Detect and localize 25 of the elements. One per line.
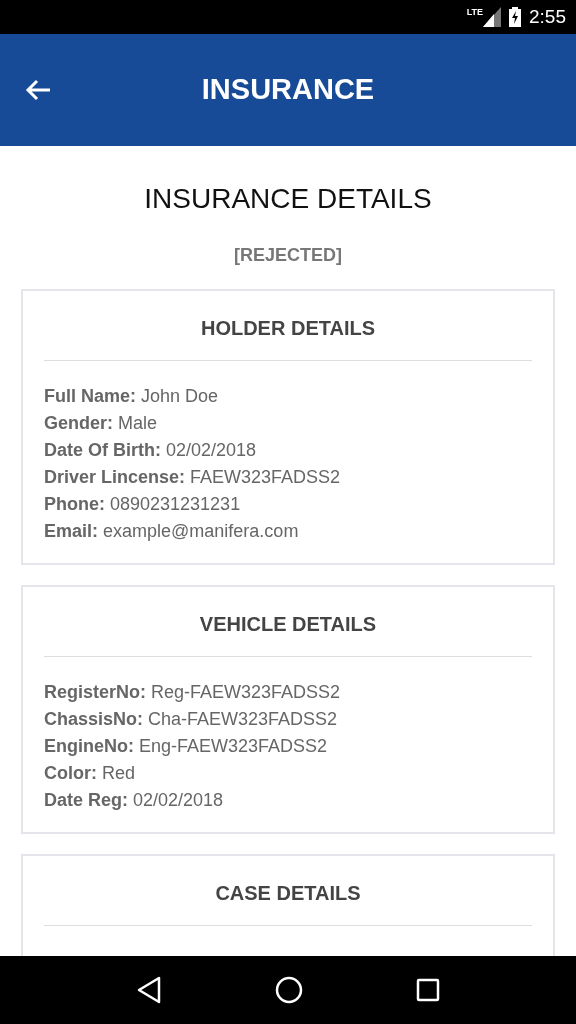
detail-line: Phone: 0890231231231: [44, 492, 242, 516]
network-type: LTE: [466, 6, 483, 19]
page-title: INSURANCE DETAILS: [143, 182, 433, 216]
detail-line: Full Name: John Doe: [44, 384, 220, 408]
back-nav-icon[interactable]: [136, 976, 163, 1004]
detail-line: EngineNo: Eng-FAEW323FADSS2: [44, 734, 329, 758]
battery-charging-icon: [509, 7, 521, 27]
status-label: [REJECTED]: [233, 243, 343, 267]
detail-line: Date Reg: 02/02/2018: [44, 788, 225, 812]
detail-line: Gender: Male: [44, 411, 159, 435]
detail-line: RegisterNo: Reg-FAEW323FADSS2: [44, 680, 342, 704]
card-title: CASE DETAILS: [44, 855, 532, 926]
detail-line: ChassisNo: Cha-FAEW323FADSS2: [44, 707, 339, 731]
app-bar-title: INSURANCE: [200, 72, 376, 108]
card-title: VEHICLE DETAILS: [44, 586, 532, 657]
recents-nav-icon[interactable]: [415, 978, 440, 1002]
detail-line: Driver Lincense: FAEW323FADSS2: [44, 465, 342, 489]
home-nav-icon[interactable]: [275, 976, 303, 1004]
back-arrow-icon: [25, 79, 51, 101]
detail-line: Email: example@manifera.com: [44, 519, 300, 543]
signal-icon: [483, 7, 501, 27]
card-title: HOLDER DETAILS: [44, 290, 532, 361]
detail-line: Date Of Birth: 02/02/2018: [44, 438, 258, 462]
clock: 2:55: [529, 4, 566, 29]
detail-line: Color: Red: [44, 761, 137, 785]
